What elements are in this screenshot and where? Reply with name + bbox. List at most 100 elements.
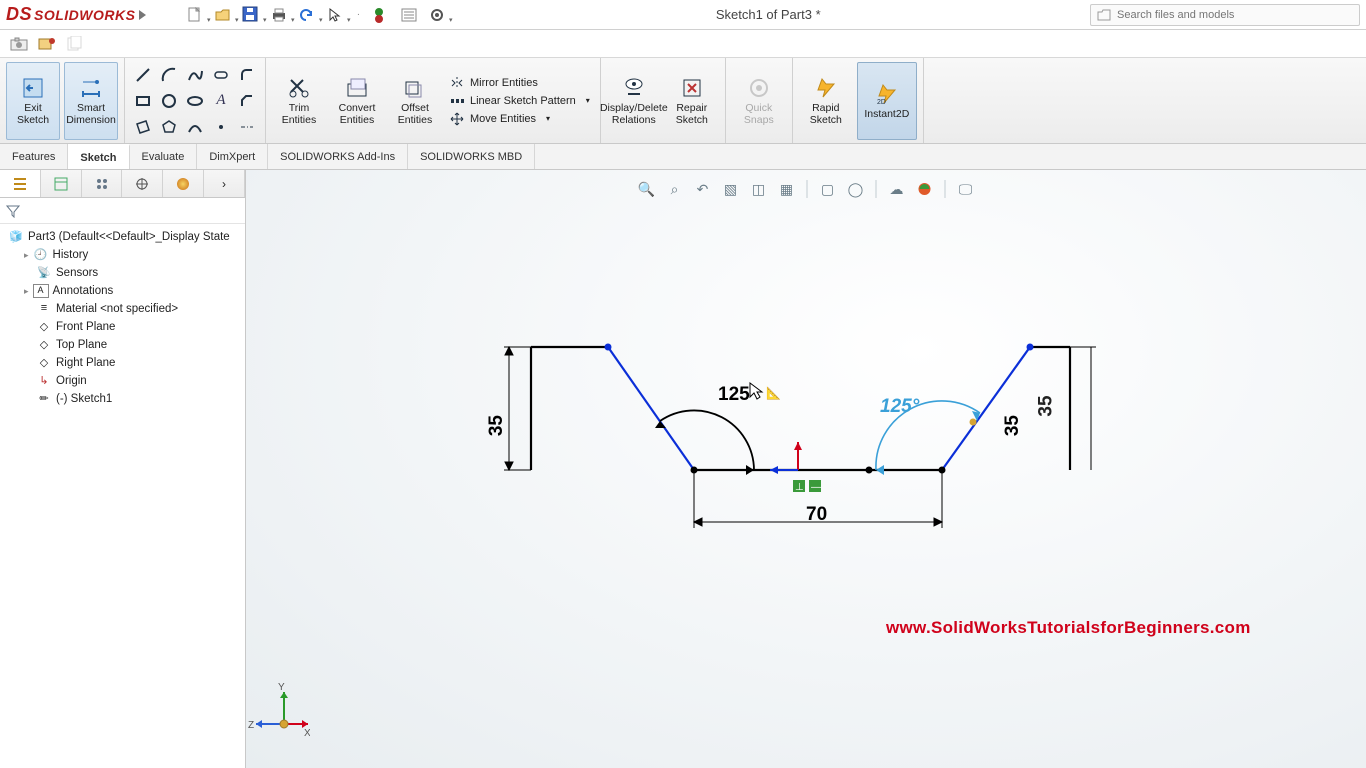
title-bar: DS SOLIDWORKS ▾ ▾ ▾ ▾ ▾ ▾ ·: [0, 0, 1366, 30]
sketch-icon: ✏: [36, 392, 52, 406]
fillet-tool-icon[interactable]: [235, 63, 259, 87]
tree-material[interactable]: ≡Material <not specified>: [2, 300, 243, 318]
display-relations-button[interactable]: Display/Delete Relations: [607, 62, 661, 140]
tree-front-plane[interactable]: ◇Front Plane: [2, 318, 243, 336]
tree-item-label: Right Plane: [56, 357, 115, 369]
view-triad: Y X Z: [246, 678, 310, 742]
pattern-tools: Mirror Entities Linear Sketch Pattern▾ M…: [446, 74, 594, 128]
qat-separator: ·: [354, 6, 362, 24]
annotations-icon: A: [33, 284, 49, 298]
app-logo: DS SOLIDWORKS: [6, 4, 135, 25]
chamfer-tool-icon[interactable]: [235, 89, 259, 113]
tab-evaluate[interactable]: Evaluate: [130, 144, 198, 169]
record-icon[interactable]: [38, 36, 56, 52]
move-entities-button[interactable]: Move Entities▾: [450, 112, 590, 126]
convert-entities-button[interactable]: Convert Entities: [330, 62, 384, 140]
camera-icon[interactable]: [10, 36, 28, 52]
ribbon-group-snaps: Quick Snaps: [726, 58, 793, 143]
plane-tool-icon[interactable]: [131, 115, 155, 139]
mirror-entities-button[interactable]: Mirror Entities: [450, 76, 590, 90]
exit-sketch-label: Exit Sketch: [17, 102, 49, 126]
part-icon: 🧊: [8, 230, 24, 244]
offset-entities-button[interactable]: Offset Entities: [388, 62, 442, 140]
select-cursor-icon[interactable]: ▾: [326, 6, 344, 24]
exit-sketch-button[interactable]: Exit Sketch: [6, 62, 60, 140]
filter-icon[interactable]: [6, 204, 20, 218]
tree-root-label: Part3 (Default<<Default>_Display State: [28, 231, 230, 243]
tree-top-plane[interactable]: ◇Top Plane: [2, 336, 243, 354]
sketch-tools-grid: A: [131, 63, 259, 139]
line-tool-icon[interactable]: [131, 63, 155, 87]
feature-tree-tab[interactable]: [0, 170, 41, 197]
angle-right-value: 125°: [880, 396, 920, 417]
tab-features[interactable]: Features: [0, 144, 68, 169]
rebuild-icon[interactable]: [372, 6, 390, 24]
tree-history[interactable]: ▸🕘History: [2, 246, 243, 264]
graphics-viewport[interactable]: 🔍 ⌕ ↶ ▧ ◫ ▦ ▢ ◯ ☁ 🖵: [246, 170, 1366, 768]
new-file-icon[interactable]: ▾: [186, 6, 204, 24]
tree-annotations[interactable]: ▸AAnnotations: [2, 282, 243, 300]
offset-label: Offset Entities: [398, 102, 432, 126]
document-title: Sketch1 of Part3 *: [446, 7, 1090, 22]
undo-icon[interactable]: ▾: [298, 6, 316, 24]
ellipse-tool-icon[interactable]: [183, 89, 207, 113]
main-area: › 🧊 Part3 (Default<<Default>_Display Sta…: [0, 170, 1366, 768]
options-list-icon[interactable]: [400, 6, 418, 24]
tree-item-label: (-) Sketch1: [56, 393, 112, 405]
circle-tool-icon[interactable]: [157, 89, 181, 113]
instant2d-button[interactable]: 2D Instant2D: [857, 62, 917, 140]
spline-tool-icon[interactable]: [183, 63, 207, 87]
macro-toolbar: [0, 30, 1366, 58]
curve-tool-icon[interactable]: [183, 115, 207, 139]
command-tabs: Features Sketch Evaluate DimXpert SOLIDW…: [0, 144, 1366, 170]
slot-tool-icon[interactable]: [209, 63, 233, 87]
arc-tool-icon[interactable]: [157, 63, 181, 87]
repair-label: Repair Sketch: [676, 102, 708, 126]
dim-right-value-overlay: 35: [1036, 395, 1058, 416]
rapid-sketch-button[interactable]: Rapid Sketch: [799, 62, 853, 140]
plane-icon: ◇: [36, 356, 52, 370]
ribbon-group-relations: Display/Delete Relations Repair Sketch: [601, 58, 726, 143]
document-stack-icon[interactable]: [66, 36, 84, 52]
tree-root[interactable]: 🧊 Part3 (Default<<Default>_Display State: [2, 228, 243, 246]
tab-addins[interactable]: SOLIDWORKS Add-Ins: [268, 144, 408, 169]
feature-tree: 🧊 Part3 (Default<<Default>_Display State…: [0, 224, 245, 768]
svg-text:—: —: [811, 482, 821, 493]
configuration-manager-tab[interactable]: [82, 170, 123, 197]
point-tool-icon[interactable]: [209, 115, 233, 139]
panel-collapse-icon[interactable]: ›: [204, 170, 245, 197]
svg-text:📐: 📐: [766, 386, 781, 400]
app-name: SOLIDWORKS: [34, 7, 135, 23]
smart-dimension-button[interactable]: Smart Dimension: [64, 62, 118, 140]
polygon-tool-icon[interactable]: [157, 115, 181, 139]
print-icon[interactable]: ▾: [270, 6, 288, 24]
linear-pattern-button[interactable]: Linear Sketch Pattern▾: [450, 94, 590, 108]
tree-right-plane[interactable]: ◇ Right Plane: [2, 354, 243, 372]
dimxpert-manager-tab[interactable]: [122, 170, 163, 197]
property-manager-tab[interactable]: [41, 170, 82, 197]
trim-entities-button[interactable]: Trim Entities: [272, 62, 326, 140]
repair-sketch-button[interactable]: Repair Sketch: [665, 62, 719, 140]
tab-dimxpert[interactable]: DimXpert: [197, 144, 268, 169]
svg-text:Y: Y: [278, 682, 285, 693]
open-file-icon[interactable]: ▾: [214, 6, 232, 24]
tree-item-label: Material <not specified>: [56, 303, 178, 315]
dim-base-value: 70: [806, 504, 827, 525]
search-input[interactable]: [1117, 9, 1353, 21]
tab-mbd[interactable]: SOLIDWORKS MBD: [408, 144, 535, 169]
tree-origin[interactable]: ↳Origin: [2, 372, 243, 390]
centerline-tool-icon[interactable]: [235, 115, 259, 139]
tab-sketch[interactable]: Sketch: [68, 144, 129, 169]
tree-sketch1[interactable]: ✏ (-) Sketch1: [2, 390, 243, 408]
rectangle-tool-icon[interactable]: [131, 89, 155, 113]
tree-sensors[interactable]: 📡Sensors: [2, 264, 243, 282]
settings-gear-icon[interactable]: ▾: [428, 6, 446, 24]
display-manager-tab[interactable]: [163, 170, 204, 197]
save-icon[interactable]: ▾: [242, 6, 260, 24]
display-relations-label: Display/Delete Relations: [600, 102, 668, 126]
tree-item-label: Sensors: [56, 267, 98, 279]
dim-right-value: 35: [1002, 415, 1023, 437]
text-tool-icon[interactable]: A: [209, 89, 233, 113]
logo-expand-icon[interactable]: [139, 10, 146, 20]
search-box[interactable]: [1090, 4, 1360, 26]
